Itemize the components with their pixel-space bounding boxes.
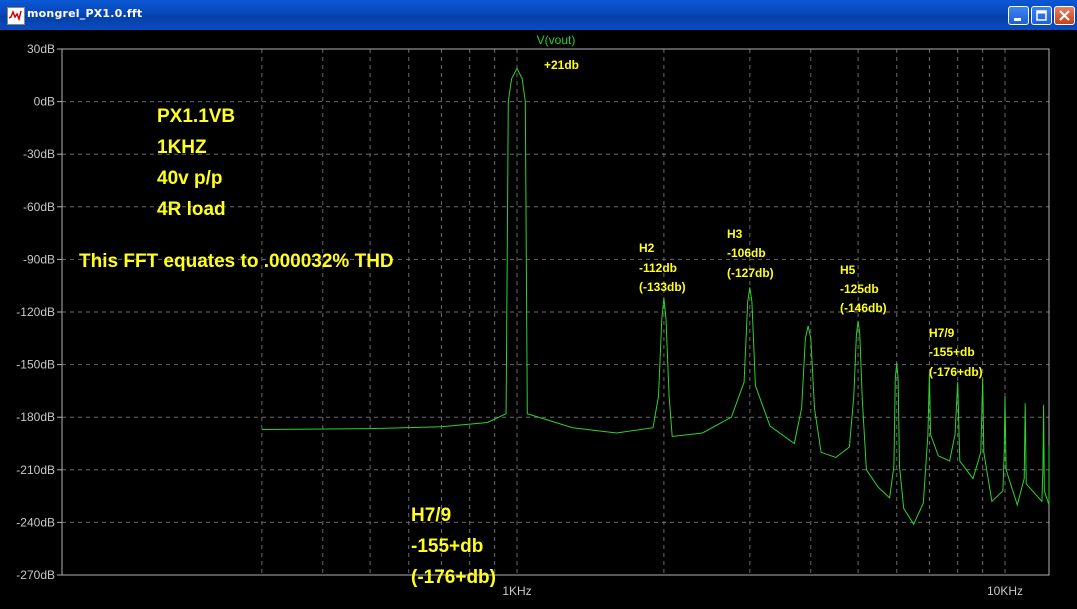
h79-large-value-alt: (-176+db) — [411, 567, 496, 588]
minimize-button[interactable] — [1008, 6, 1029, 25]
h3-value-alt: (-127db) — [727, 266, 774, 280]
h79-label: H7/9 — [929, 326, 955, 340]
y-tick-label: -270dB — [16, 568, 55, 582]
close-icon — [1059, 10, 1070, 21]
h2-value-alt: (-133db) — [639, 280, 686, 294]
info-line: 1KHZ — [157, 137, 207, 158]
h5-label: H5 — [840, 263, 856, 277]
maximize-button[interactable] — [1031, 6, 1052, 25]
h79-value: -155+db — [929, 345, 975, 359]
y-tick-label: 0dB — [34, 95, 55, 109]
h2-label: H2 — [639, 241, 655, 255]
y-tick-label: 30dB — [27, 42, 55, 56]
minimize-icon — [1014, 18, 1021, 21]
waveform-icon — [7, 7, 25, 25]
y-tick-label: -150dB — [16, 358, 55, 372]
info-line: PX1.1VB — [157, 106, 235, 127]
window-title: mongrel_PX1.0.fft — [27, 7, 143, 20]
y-tick-label: -90dB — [23, 252, 55, 266]
y-tick-label: -180dB — [16, 410, 55, 424]
maximize-icon — [1036, 10, 1047, 21]
trace-name[interactable]: V(vout) — [537, 33, 576, 47]
title-bar[interactable]: mongrel_PX1.0.fft — [0, 0, 1077, 31]
thd-note: This FFT equates to .000032% THD — [79, 251, 394, 272]
info-line: 4R load — [157, 199, 226, 220]
y-tick-label: -60dB — [23, 200, 55, 214]
fft-plot[interactable]: 30dB 0dB -30dB -60dB -90dB -120dB -150dB -180dB… — [0, 30, 1077, 609]
x-tick-label: 1KHz — [502, 584, 531, 598]
info-line: 40v p/p — [157, 168, 222, 189]
h3-label: H3 — [727, 227, 743, 241]
h5-value-alt: (-146db) — [840, 301, 887, 315]
h79-large-value: -155+db — [411, 536, 483, 557]
x-tick-label: 10KHz — [987, 584, 1023, 598]
h79-large-label: H7/9 — [411, 505, 451, 526]
peak-label: +21db — [544, 58, 579, 72]
h3-value: -106db — [727, 246, 766, 260]
plot-window: mongrel_PX1.0.fft 30dB 0dB -30dB -60dB -90dB… — [0, 0, 1077, 609]
h5-value: -125db — [840, 282, 879, 296]
y-tick-label: -210dB — [16, 463, 55, 477]
y-tick-label: -30dB — [23, 147, 55, 161]
close-button[interactable] — [1054, 6, 1075, 25]
y-tick-label: -240dB — [16, 515, 55, 529]
y-tick-label: -120dB — [16, 305, 55, 319]
h79-value-alt: (-176+db) — [929, 365, 983, 379]
h2-value: -112db — [639, 261, 677, 275]
